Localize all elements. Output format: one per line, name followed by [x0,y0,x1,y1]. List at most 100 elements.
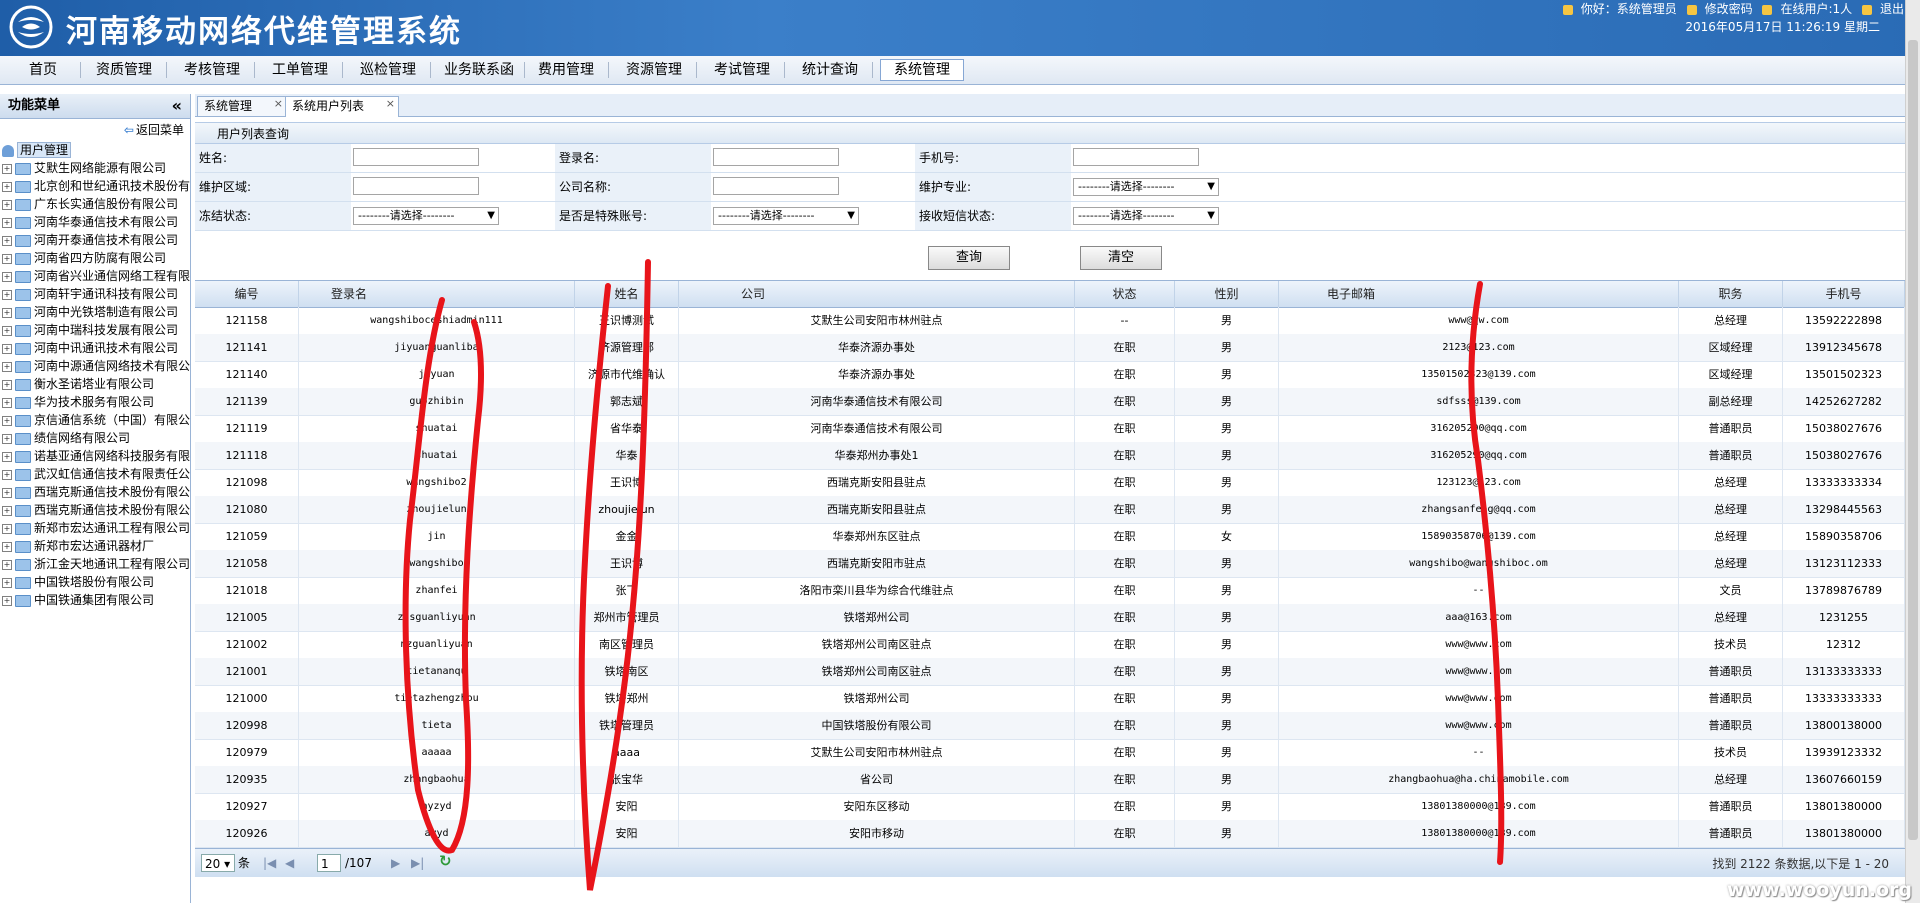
tree-node-company[interactable]: + 京信通信系统（中国）有限公司 [0,411,190,429]
nav-item-10[interactable]: 系统管理 [880,59,964,81]
tree-node-company[interactable]: + 浙江金天地通讯工程有限公司 [0,555,190,573]
last-page-icon[interactable]: ▶| [411,854,424,872]
tree-node-company[interactable]: + 中国铁塔股份有限公司 [0,573,190,591]
table-row[interactable]: 121002 nzguanliyuan 南区管理员 铁塔郑州公司南区驻点 在职男 www@… [195,631,1905,659]
expand-plus-icon[interactable]: + [2,505,12,516]
expand-plus-icon[interactable]: + [2,379,12,390]
area-input[interactable] [353,177,479,195]
nav-item-3[interactable]: 工单管理 [264,60,336,80]
vertical-scrollbar[interactable] [1905,0,1920,903]
column-header[interactable]: 姓名 [575,281,679,307]
table-row[interactable]: 121001 tietananqu 铁塔南区 铁塔郑州公司南区驻点 在职男 www@www… [195,658,1905,686]
table-row[interactable]: 121158 wangshiboceshiadmin111 王识博测试 艾默生公司安阳… [195,307,1905,335]
tree-node-company[interactable]: + 西瑞克斯通信技术股份有限公司 [0,501,190,519]
table-row[interactable]: 121119 shuatai 省华泰 河南华泰通信技术有限公司 在职男 316205290… [195,415,1905,443]
expand-plus-icon[interactable]: + [2,199,12,210]
specialty-select[interactable]: --------请选择-------- ▼ [1073,178,1219,196]
expand-plus-icon[interactable]: + [2,559,12,570]
tree-node-company[interactable]: + 艾默生网络能源有限公司 [0,159,190,177]
online-users-link[interactable]: 在线用户:1人 [1780,2,1852,16]
expand-plus-icon[interactable]: + [2,451,12,462]
tree-node-company[interactable]: + 河南省四方防腐有限公司 [0,249,190,267]
table-row[interactable]: 121139 guozhibin 郭志斌 河南华泰通信技术有限公司 在职男 sdfsss@… [195,388,1905,416]
nav-item-9[interactable]: 统计查询 [794,60,866,80]
login-name-input[interactable] [713,148,839,166]
nav-item-8[interactable]: 考试管理 [706,60,778,80]
back-menu-link[interactable]: ⇦ 返回菜单 [0,119,190,141]
tree-node-company[interactable]: + 西瑞克斯通信技术股份有限公司 [0,483,190,501]
column-header[interactable]: 职务 [1679,281,1783,307]
nav-item-0[interactable]: 首页 [12,60,74,80]
scrollbar-thumb[interactable] [1908,40,1918,840]
sms-status-select[interactable]: --------请选择-------- ▼ [1073,207,1219,225]
column-header[interactable]: 公司 [679,281,1075,307]
table-row[interactable]: 121141 jiyuanguanliba 济源管理部 华泰济源办事处 在职男 2123@… [195,334,1905,362]
column-header[interactable]: 性别 [1175,281,1279,307]
clear-button[interactable]: 清空 [1080,246,1162,270]
tree-node-company[interactable]: + 河南中瑞科技发展有限公司 [0,321,190,339]
page-size-select[interactable]: 20 ▾ [201,854,235,872]
nav-item-5[interactable]: 业务联系函 [440,60,518,80]
table-row[interactable]: 120979 aaaaa aaaa 艾默生公司安阳市林州驻点 在职男 -- 技术员 13939… [195,739,1905,767]
expand-plus-icon[interactable]: + [2,217,12,228]
table-row[interactable]: 121000 tietazhengzhou 铁塔郑州 铁塔郑州公司 在职男 www@www… [195,685,1905,713]
tree-node-company[interactable]: + 武汉虹信通信技术有限责任公司 [0,465,190,483]
nav-item-2[interactable]: 考核管理 [176,60,248,80]
table-row[interactable]: 121140 jiyuan 济源市代维确认 华泰济源办事处 在职男 13501502323… [195,361,1905,389]
tree-node-company[interactable]: + 河南华泰通信技术有限公司 [0,213,190,231]
expand-plus-icon[interactable]: + [2,577,12,588]
nav-item-6[interactable]: 费用管理 [530,60,602,80]
expand-plus-icon[interactable]: + [2,235,12,246]
tree-node-company[interactable]: + 诺基亚通信网络科技服务有限公司 [0,447,190,465]
tree-node-company[interactable]: + 新郑市宏达通讯工程有限公司 [0,519,190,537]
column-header[interactable]: 状态 [1075,281,1175,307]
table-row[interactable]: 121018 zhanfei 张飞 洛阳市栾川县华为综合代维驻点 在职男 -- 文员 1378… [195,577,1905,605]
column-header[interactable]: 电子邮箱 [1279,281,1679,307]
table-row[interactable]: 120927 ayzyd 安阳 安阳东区移动 在职男 13801380000@139.co… [195,793,1905,821]
expand-plus-icon[interactable]: + [2,343,12,354]
company-input[interactable] [713,177,839,195]
change-password-link[interactable]: 修改密码 [1705,2,1753,16]
table-row[interactable]: 120935 zhangbaohua 张宝华 省公司 在职男 zhangbaohua@ha… [195,766,1905,794]
next-page-icon[interactable]: ▶ [391,854,400,872]
expand-plus-icon[interactable]: + [2,469,12,480]
table-row[interactable]: 121080 zhoujielun zhoujielun 西瑞克斯安阳县驻点 在职男 zh… [195,496,1905,524]
tree-root-user-management[interactable]: 用户管理 [0,141,190,159]
refresh-icon[interactable]: ↻ [439,852,452,870]
tree-node-company[interactable]: + 河南省兴业通信网络工程有限公司 [0,267,190,285]
query-button[interactable]: 查询 [928,246,1010,270]
tree-node-company[interactable]: + 河南中讯通讯技术有限公司 [0,339,190,357]
freeze-status-select[interactable]: --------请选择-------- ▼ [353,207,499,225]
expand-plus-icon[interactable]: + [2,361,12,372]
expand-plus-icon[interactable]: + [2,289,12,300]
table-row[interactable]: 121098 wangshibo2 王识博 西瑞克斯安阳县驻点 在职男 123123@12… [195,469,1905,497]
table-row[interactable]: 121058 wangshibo 王识博 西瑞克斯安阳市驻点 在职男 wangshibo@… [195,550,1905,578]
tab-system-management[interactable]: 系统管理 × [197,96,287,116]
column-header[interactable]: 编号 [195,281,299,307]
collapse-icon[interactable]: « [172,94,182,118]
logout-link[interactable]: 退出 [1880,2,1904,16]
tree-node-company[interactable]: + 北京创和世纪通讯技术股份有限公司 [0,177,190,195]
close-icon[interactable]: × [386,94,395,113]
tree-node-company[interactable]: + 河南轩宇通讯科技有限公司 [0,285,190,303]
tree-node-company[interactable]: + 中国铁通集团有限公司 [0,591,190,609]
tree-node-company[interactable]: + 河南开泰通信技术有限公司 [0,231,190,249]
expand-plus-icon[interactable]: + [2,595,12,606]
table-row[interactable]: 121005 zzsguanliyuan 郑州市管理员 铁塔郑州公司 在职男 aaa@16… [195,604,1905,632]
expand-plus-icon[interactable]: + [2,397,12,408]
table-row[interactable]: 121118 shuatai 华泰 华泰郑州办事处1 在职男 316205290@qq.c… [195,442,1905,470]
expand-plus-icon[interactable]: + [2,487,12,498]
column-header[interactable]: 手机号 [1783,281,1905,307]
expand-plus-icon[interactable]: + [2,523,12,534]
phone-input[interactable] [1073,148,1199,166]
expand-plus-icon[interactable]: + [2,325,12,336]
tree-node-company[interactable]: + 绩信网络有限公司 [0,429,190,447]
nav-item-4[interactable]: 巡检管理 [352,60,424,80]
expand-plus-icon[interactable]: + [2,181,12,192]
close-icon[interactable]: × [274,94,283,113]
table-row[interactable]: 120926 ayyd 安阳 安阳市移动 在职男 13801380000@139.com 普… [195,820,1905,848]
column-header[interactable]: 登录名 [299,281,575,307]
current-page-input[interactable]: 1 [317,854,341,872]
name-input[interactable] [353,148,479,166]
tab-system-user-list[interactable]: 系统用户列表 × [285,96,399,117]
